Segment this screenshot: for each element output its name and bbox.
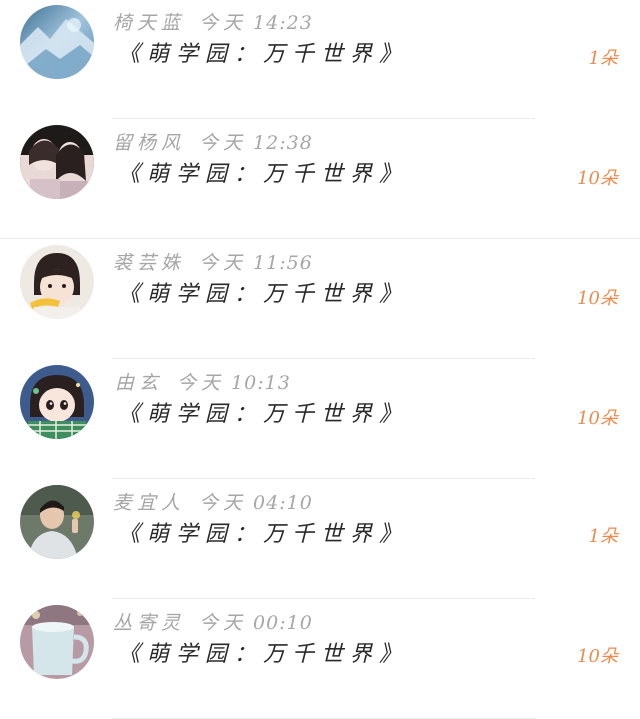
row-divider: [112, 478, 535, 479]
row-divider: [112, 118, 535, 119]
gift-amount: 10朵: [577, 288, 618, 309]
gift-record-row[interactable]: 麦宜人 今天 04:10 《萌学园：万千世界》 1朵: [0, 480, 640, 599]
book-title[interactable]: 《萌学园：万千世界》: [118, 637, 408, 673]
gift-record-row[interactable]: 丛寄灵 今天 00:10 《萌学园：万千世界》 10朵: [0, 600, 640, 719]
sender-name[interactable]: 椅天蓝: [113, 12, 185, 34]
row-divider: [112, 358, 535, 359]
record-day: 今天: [177, 372, 226, 394]
book-title[interactable]: 《萌学园：万千世界》: [118, 517, 408, 553]
record-day: 今天: [199, 12, 248, 34]
sender-name[interactable]: 留杨风: [113, 132, 185, 154]
record-day: 今天: [199, 492, 248, 514]
gift-record-row[interactable]: 椅天蓝 今天 14:23 《萌学园：万千世界》 1朵: [0, 0, 640, 119]
record-time: 11:56: [253, 252, 313, 274]
book-title[interactable]: 《萌学园：万千世界》: [118, 37, 408, 73]
boy-photo-avatar-image: [20, 485, 94, 559]
sender-name[interactable]: 裘芸姝: [113, 252, 185, 274]
cartoon-girl-avatar[interactable]: [20, 365, 94, 439]
row-divider: [0, 238, 640, 239]
child-photo-avatar-image: [20, 245, 94, 319]
gift-amount: 1朵: [588, 48, 618, 69]
child-photo-avatar[interactable]: [20, 245, 94, 319]
sender-meta: 裘芸姝 今天 11:56: [113, 249, 313, 277]
sender-name[interactable]: 丛寄灵: [113, 612, 185, 634]
book-title[interactable]: 《萌学园：万千世界》: [118, 397, 408, 433]
gift-amount: 10朵: [577, 168, 618, 189]
book-title[interactable]: 《萌学园：万千世界》: [118, 157, 408, 193]
gift-record-row[interactable]: 留杨风 今天 12:38 《萌学园：万千世界》 10朵: [0, 120, 640, 239]
ice-landscape-avatar[interactable]: [20, 5, 94, 79]
book-title[interactable]: 《萌学园：万千世界》: [118, 277, 408, 313]
gift-record-row[interactable]: 由玄 今天 10:13 《萌学园：万千世界》 10朵: [0, 360, 640, 479]
ice-landscape-avatar-image: [20, 5, 94, 79]
record-day: 今天: [199, 132, 248, 154]
mug-photo-avatar[interactable]: [20, 605, 94, 679]
gift-amount: 10朵: [577, 646, 618, 667]
couple-photo-avatar[interactable]: [20, 125, 94, 199]
gift-record-list: 椅天蓝 今天 14:23 《萌学园：万千世界》 1朵 留杨风 今天 12:38 《萌学园…: [0, 0, 640, 719]
record-day: 今天: [199, 612, 248, 634]
sender-meta: 丛寄灵 今天 00:10: [113, 609, 313, 637]
record-time: 12:38: [253, 132, 313, 154]
record-time: 14:23: [253, 12, 313, 34]
sender-meta: 留杨风 今天 12:38: [113, 129, 313, 157]
row-divider: [112, 598, 535, 599]
sender-name[interactable]: 麦宜人: [113, 492, 185, 514]
record-day: 今天: [199, 252, 248, 274]
mug-photo-avatar-image: [20, 605, 94, 679]
cartoon-girl-avatar-image: [20, 365, 94, 439]
couple-photo-avatar-image: [20, 125, 94, 199]
sender-meta: 麦宜人 今天 04:10: [113, 489, 313, 517]
gift-record-row[interactable]: 裘芸姝 今天 11:56 《萌学园：万千世界》 10朵: [0, 240, 640, 359]
boy-photo-avatar[interactable]: [20, 485, 94, 559]
record-time: 10:13: [231, 372, 291, 394]
record-time: 00:10: [253, 612, 313, 634]
gift-amount: 10朵: [577, 408, 618, 429]
record-time: 04:10: [253, 492, 313, 514]
sender-name[interactable]: 由玄: [115, 372, 163, 394]
sender-meta: 由玄 今天 10:13: [115, 369, 291, 397]
gift-amount: 1朵: [588, 526, 618, 547]
sender-meta: 椅天蓝 今天 14:23: [113, 9, 313, 37]
